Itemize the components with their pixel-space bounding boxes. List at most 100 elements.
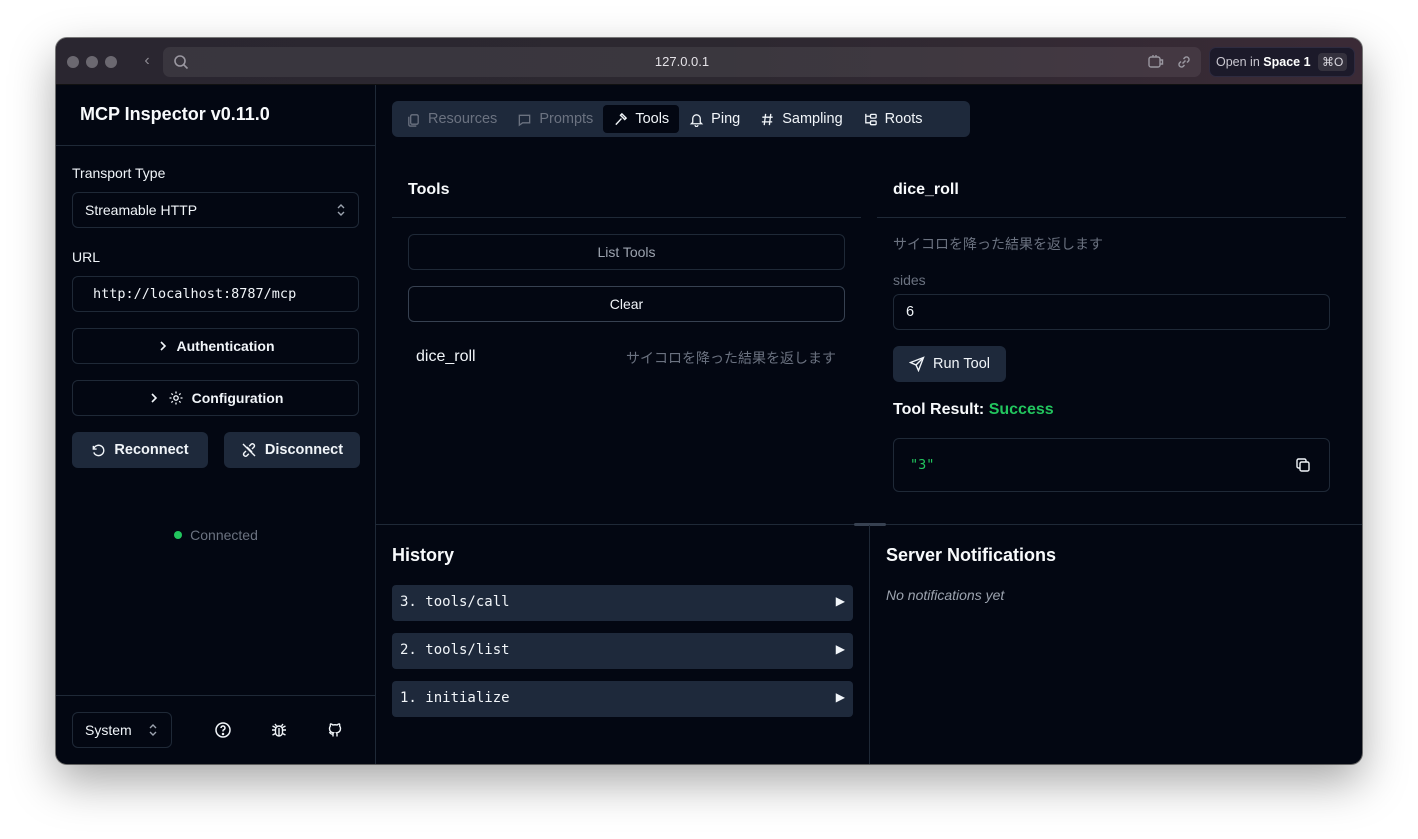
reconnect-button[interactable]: Reconnect <box>72 432 208 468</box>
reconnect-label: Reconnect <box>114 442 189 458</box>
shortcut-badge: ⌘O <box>1318 53 1348 71</box>
chevrons-up-down-icon <box>149 724 157 736</box>
sidebar-footer: System <box>56 695 375 764</box>
back-arrow-icon[interactable]: ‹ <box>138 51 156 71</box>
history-item-label: 2. tools/list <box>400 642 510 658</box>
help-circle-icon[interactable] <box>214 721 232 739</box>
github-icon[interactable] <box>326 721 344 739</box>
chevrons-up-down-icon <box>337 204 345 216</box>
tab-tools[interactable]: Tools <box>603 105 680 133</box>
hash-icon <box>762 113 773 125</box>
tool-result-value: "3" <box>910 457 935 473</box>
chevron-right-icon <box>151 393 157 403</box>
tab-label: Ping <box>711 111 741 127</box>
status-text: Connected <box>190 527 258 543</box>
bug-icon[interactable] <box>270 721 288 739</box>
authentication-label: Authentication <box>176 338 275 354</box>
tab-resources[interactable]: Resources <box>396 105 507 133</box>
sidebar-header: MCP Inspector v0.11.0 <box>56 85 375 146</box>
open-in-space-button[interactable]: Open in Space 1 ⌘O <box>1209 47 1355 77</box>
bell-icon <box>689 113 704 127</box>
theme-select[interactable]: System <box>72 712 172 748</box>
configuration-toggle[interactable]: Configuration <box>72 380 359 416</box>
minimize-window-button[interactable] <box>86 56 98 68</box>
tool-detail-description: サイコロを降った結果を返します <box>893 236 1103 252</box>
main-tabs: Resources Prompts Tools Ping Sampling Ro… <box>392 101 970 137</box>
tab-label: Tools <box>635 111 670 127</box>
close-window-button[interactable] <box>67 56 79 68</box>
tab-label: Resources <box>428 111 498 127</box>
message-icon <box>519 114 531 126</box>
app-title: MCP Inspector v0.11.0 <box>80 104 270 124</box>
tools-panel-title: Tools <box>408 181 450 198</box>
connection-status: Connected <box>56 527 376 543</box>
sidebar: MCP Inspector v0.11.0 Transport Type Str… <box>56 85 376 764</box>
transport-type-value: Streamable HTTP <box>85 202 198 218</box>
browser-window: ‹ 127.0.0.1 Open in Space 1 ⌘O MCP Inspe… <box>56 38 1362 764</box>
configuration-label: Configuration <box>191 390 284 406</box>
tab-ping[interactable]: Ping <box>679 105 750 133</box>
history-title: History <box>392 545 455 565</box>
tool-result-status: Success <box>988 401 1054 418</box>
copy-icon[interactable] <box>1295 457 1311 473</box>
browser-toolbar: ‹ 127.0.0.1 Open in Space 1 ⌘O <box>56 38 1362 85</box>
transport-type-label: Transport Type <box>72 165 166 181</box>
no-notifications-text: No notifications yet <box>886 587 1005 603</box>
list-tools-button[interactable]: List Tools <box>408 234 845 270</box>
chevron-right-icon <box>159 341 166 351</box>
tool-detail-divider <box>877 217 1346 218</box>
sides-label: sides <box>893 272 926 288</box>
open-in-prefix: Open in <box>1216 55 1260 69</box>
server-notifications-title: Server Notifications <box>886 545 1057 565</box>
url-input[interactable]: http://localhost:8787/mcp <box>72 276 359 312</box>
transport-type-select[interactable]: Streamable HTTP <box>72 192 359 228</box>
authentication-toggle[interactable]: Authentication <box>72 328 359 364</box>
tab-prompts[interactable]: Prompts <box>507 105 603 133</box>
tool-result-box: "3" <box>893 438 1330 492</box>
tools-panel-divider <box>392 217 861 218</box>
send-icon <box>909 356 925 372</box>
url-label: URL <box>72 249 101 265</box>
tab-roots[interactable]: Roots <box>853 105 933 133</box>
history-item[interactable]: 1. initialize ▶ <box>392 681 853 717</box>
files-icon <box>408 113 419 127</box>
tool-result-label: Tool Result: Success <box>893 401 1054 419</box>
tool-result-prefix: Tool Result: <box>893 401 985 418</box>
window-controls <box>67 56 117 68</box>
gear-icon <box>169 391 183 405</box>
link-icon[interactable] <box>1175 53 1193 71</box>
expand-arrow-icon: ▶ <box>835 594 845 608</box>
tool-name: dice_roll <box>416 348 476 365</box>
tab-label: Sampling <box>782 111 843 127</box>
tool-detail-title: dice_roll <box>893 181 959 198</box>
tab-sampling[interactable]: Sampling <box>750 105 852 133</box>
tool-description: サイコロを降った結果を返します <box>626 350 836 366</box>
resize-handle[interactable] <box>854 523 886 526</box>
extension-icon[interactable] <box>1147 53 1165 71</box>
address-bar[interactable]: 127.0.0.1 <box>163 47 1201 77</box>
run-tool-label: Run Tool <box>933 356 990 372</box>
tab-label: Roots <box>884 111 923 127</box>
history-item[interactable]: 2. tools/list ▶ <box>392 633 853 669</box>
url-text: 127.0.0.1 <box>654 54 710 69</box>
tab-label: Prompts <box>539 111 594 127</box>
disconnect-button[interactable]: Disconnect <box>224 432 360 468</box>
history-item[interactable]: 3. tools/call ▶ <box>392 585 853 621</box>
sides-input[interactable]: 6 <box>893 294 1330 330</box>
history-notifications-divider <box>869 525 870 764</box>
zoom-window-button[interactable] <box>105 56 117 68</box>
rotate-ccw-icon <box>93 444 105 456</box>
status-dot <box>174 531 183 539</box>
folder-tree-icon <box>864 113 877 125</box>
expand-arrow-icon: ▶ <box>835 690 845 704</box>
open-in-target: Space 1 <box>1263 55 1311 69</box>
hammer-icon <box>615 112 628 125</box>
history-item-label: 3. tools/call <box>400 594 510 610</box>
theme-value: System <box>85 722 132 738</box>
disconnect-label: Disconnect <box>264 442 344 458</box>
unplug-icon <box>242 443 256 457</box>
expand-arrow-icon: ▶ <box>835 642 845 656</box>
history-item-label: 1. initialize <box>400 690 510 706</box>
run-tool-button[interactable]: Run Tool <box>893 346 1006 382</box>
clear-button[interactable]: Clear <box>408 286 845 322</box>
